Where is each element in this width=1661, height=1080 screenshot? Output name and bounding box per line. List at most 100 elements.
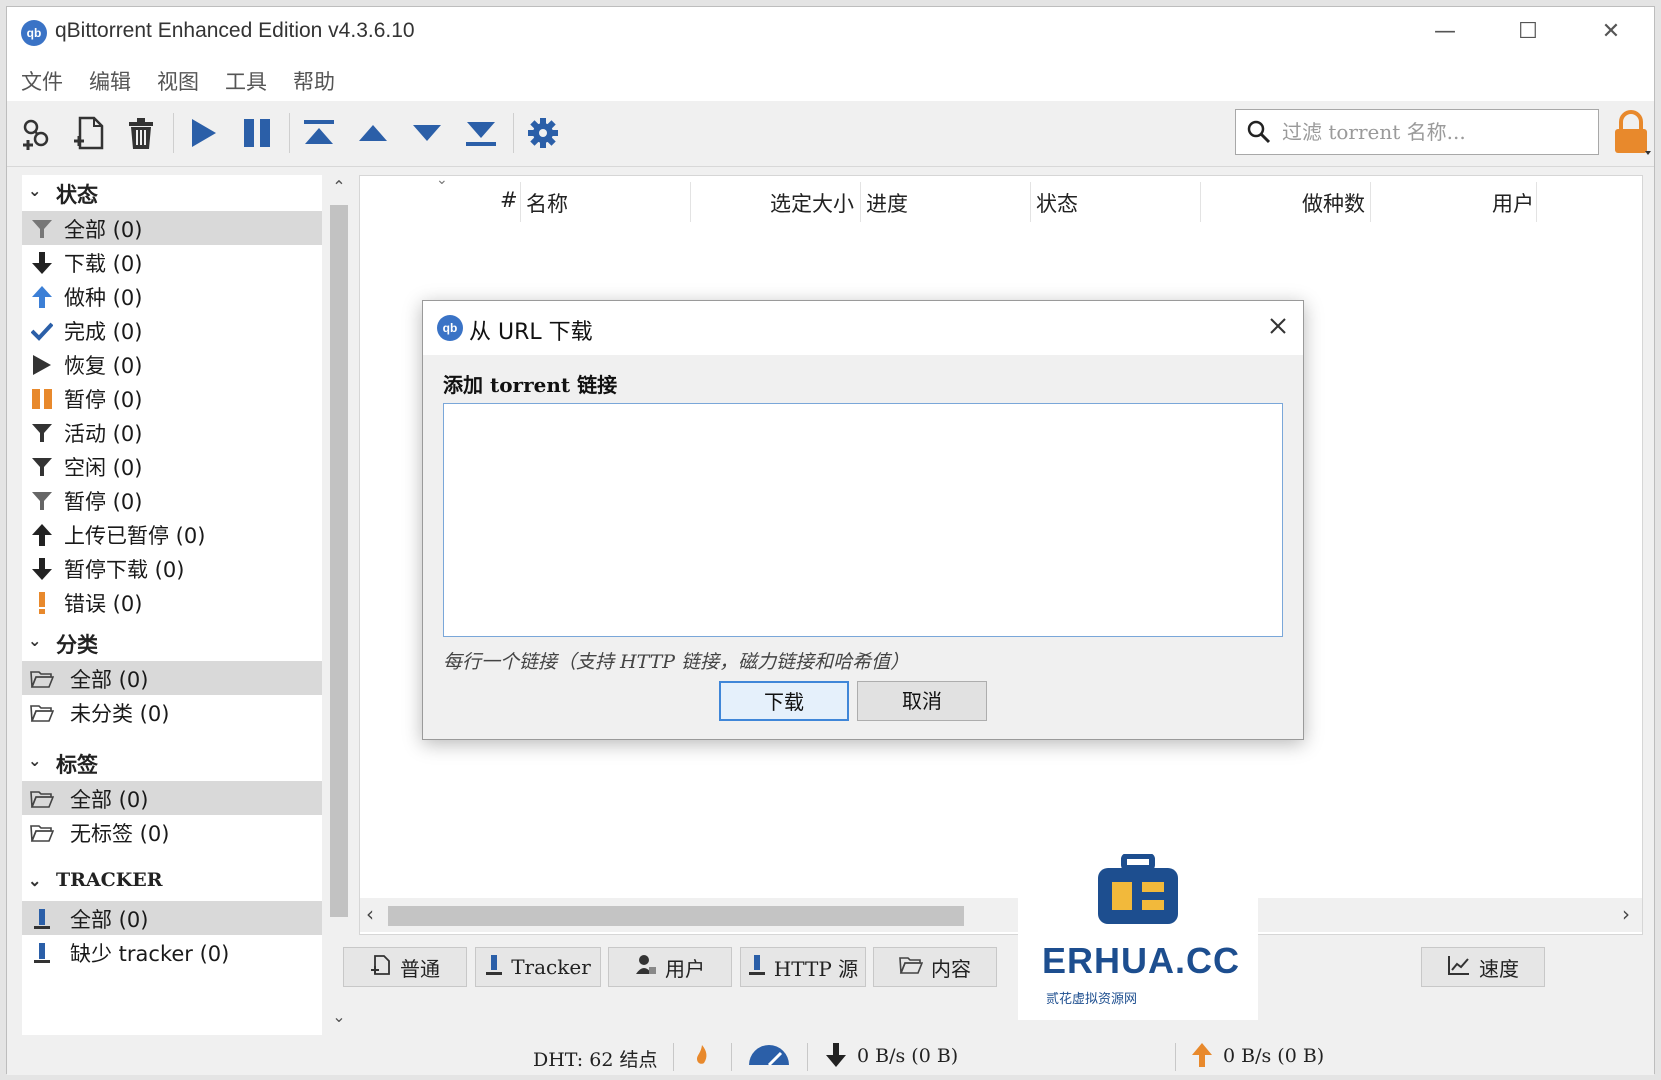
move-up-button[interactable] bbox=[351, 111, 395, 155]
scroll-left-icon[interactable]: ‹ bbox=[366, 902, 374, 926]
scrollbar-thumb[interactable] bbox=[330, 205, 348, 917]
menu-tools[interactable]: 工具 bbox=[225, 66, 267, 96]
category-section-header[interactable]: ⌄ 分类 bbox=[22, 627, 322, 661]
move-top-button[interactable] bbox=[297, 111, 341, 155]
move-up-icon bbox=[359, 125, 387, 141]
folder-icon bbox=[899, 955, 924, 980]
tracker-icon bbox=[485, 954, 503, 981]
sidebar-scrollbar[interactable]: ⌃ ⌄ bbox=[325, 175, 353, 1035]
horizontal-scrollbar[interactable]: ‹ › bbox=[360, 898, 1642, 932]
toolbar-separator bbox=[513, 113, 514, 153]
filter-sidebar: ⌄ 状态 全部 (0) 下载 (0) 做种 (0) 完成 (0) 恢复 (0) … bbox=[22, 175, 322, 1035]
status-section-header[interactable]: ⌄ 状态 bbox=[22, 177, 322, 211]
tracker-icon bbox=[30, 907, 54, 931]
download-button[interactable]: 下载 bbox=[719, 681, 849, 721]
http-source-icon bbox=[748, 954, 766, 981]
tab-content[interactable]: 内容 bbox=[873, 947, 997, 987]
user-icon bbox=[635, 954, 657, 981]
maximize-button[interactable]: ☐ bbox=[1498, 15, 1558, 49]
torrent-links-textarea[interactable] bbox=[443, 403, 1283, 637]
delete-button[interactable] bbox=[119, 111, 163, 155]
status-filter-download-paused[interactable]: 暂停下载 (0) bbox=[22, 551, 322, 585]
tag-filter-all[interactable]: 全部 (0) bbox=[22, 781, 322, 815]
status-filter-upload-paused[interactable]: 上传已暂停 (0) bbox=[22, 517, 322, 551]
menu-help[interactable]: 帮助 bbox=[293, 66, 335, 96]
status-filter-all[interactable]: 全部 (0) bbox=[22, 211, 322, 245]
status-filter-errored[interactable]: 错误 (0) bbox=[22, 585, 322, 619]
speed-limit-icon[interactable] bbox=[747, 1043, 791, 1072]
dialog-close-button[interactable] bbox=[1261, 311, 1295, 345]
column-header-index[interactable]: # bbox=[500, 188, 518, 212]
title-bar: qb qBittorrent Enhanced Edition v4.3.6.1… bbox=[7, 7, 1654, 57]
status-filter-inactive[interactable]: 空闲 (0) bbox=[22, 449, 322, 483]
add-link-button[interactable] bbox=[15, 111, 59, 155]
tracker-filter-trackerless[interactable]: 缺少 tracker (0) bbox=[22, 935, 322, 969]
toolbar bbox=[7, 101, 1654, 167]
menu-bar: 文件 编辑 视图 工具 帮助 bbox=[7, 57, 1654, 101]
add-torrent-file-button[interactable] bbox=[67, 111, 111, 155]
column-header-progress[interactable]: 进度 bbox=[866, 188, 908, 218]
scroll-up-icon[interactable]: ⌃ bbox=[325, 177, 353, 196]
menu-file[interactable]: 文件 bbox=[21, 66, 63, 96]
status-filter-stalled[interactable]: 暂停 (0) bbox=[22, 483, 322, 517]
tab-general[interactable]: 普通 bbox=[343, 947, 467, 987]
menu-edit[interactable]: 编辑 bbox=[89, 66, 131, 96]
chevron-down-icon: ⌄ bbox=[28, 871, 42, 890]
app-logo-icon: qb bbox=[437, 315, 463, 341]
column-header-name[interactable]: 名称 bbox=[526, 188, 568, 218]
torrent-filter-input[interactable] bbox=[1280, 116, 1590, 148]
status-filter-paused[interactable]: 暂停 (0) bbox=[22, 381, 322, 415]
filter-icon bbox=[30, 455, 54, 479]
scroll-down-icon[interactable]: ⌄ bbox=[325, 1007, 353, 1026]
status-bar: DHT: 62 结点 0 B/s (0 B) 0 B/s (0 B) bbox=[7, 1037, 1654, 1075]
status-filter-downloading[interactable]: 下载 (0) bbox=[22, 245, 322, 279]
column-header-status[interactable]: 状态 bbox=[1036, 188, 1078, 218]
tracker-icon bbox=[30, 941, 54, 965]
sort-indicator-icon: ⌄ bbox=[436, 172, 448, 188]
filter-icon bbox=[30, 489, 54, 513]
move-bottom-button[interactable] bbox=[459, 111, 503, 155]
column-header-selected-size[interactable]: 选定大小 bbox=[770, 188, 854, 218]
tab-http-sources[interactable]: HTTP 源 bbox=[740, 947, 866, 987]
cancel-button[interactable]: 取消 bbox=[857, 681, 987, 721]
resume-icon bbox=[192, 119, 216, 147]
add-file-icon bbox=[74, 116, 104, 150]
lock-icon[interactable] bbox=[1609, 109, 1653, 157]
status-filter-active[interactable]: 活动 (0) bbox=[22, 415, 322, 449]
tag-filter-untagged[interactable]: 无标签 (0) bbox=[22, 815, 322, 849]
folder-icon bbox=[30, 787, 54, 811]
column-separator bbox=[690, 182, 691, 222]
close-window-button[interactable]: ✕ bbox=[1581, 15, 1641, 49]
tags-section-header[interactable]: ⌄ 标签 bbox=[22, 747, 322, 781]
speed-graph-button[interactable]: 速度 bbox=[1421, 947, 1545, 987]
move-down-button[interactable] bbox=[405, 111, 449, 155]
scroll-right-icon[interactable]: › bbox=[1622, 902, 1630, 926]
scrollbar-thumb[interactable] bbox=[388, 906, 964, 926]
category-filter-all[interactable]: 全部 (0) bbox=[22, 661, 322, 695]
tab-trackers[interactable]: Tracker bbox=[475, 947, 601, 987]
minimize-button[interactable]: — bbox=[1415, 15, 1475, 49]
settings-button[interactable] bbox=[521, 111, 565, 155]
tracker-filter-all[interactable]: 全部 (0) bbox=[22, 901, 322, 935]
status-filter-resumed[interactable]: 恢复 (0) bbox=[22, 347, 322, 381]
column-separator bbox=[1536, 182, 1537, 222]
search-icon bbox=[1247, 120, 1271, 144]
pause-icon bbox=[30, 387, 54, 411]
status-filter-completed[interactable]: 完成 (0) bbox=[22, 313, 322, 347]
column-header-seeds[interactable]: 做种数 bbox=[1302, 188, 1365, 218]
status-filter-seeding[interactable]: 做种 (0) bbox=[22, 279, 322, 313]
settings-icon bbox=[528, 118, 558, 148]
column-separator bbox=[1200, 182, 1201, 222]
network-icon[interactable] bbox=[691, 1043, 713, 1072]
app-logo-icon: qb bbox=[21, 20, 47, 46]
folder-icon bbox=[30, 821, 54, 845]
tracker-section-header[interactable]: ⌄ TRACKER bbox=[22, 867, 322, 901]
torrent-filter-box[interactable] bbox=[1235, 109, 1599, 155]
category-filter-uncategorized[interactable]: 未分类 (0) bbox=[22, 695, 322, 729]
column-header-peers[interactable]: 用户 bbox=[1492, 188, 1534, 218]
watermark-logo: ERHUA.CC 贰花虚拟资源网 bbox=[1018, 840, 1258, 1020]
resume-button[interactable] bbox=[181, 111, 225, 155]
pause-button[interactable] bbox=[235, 111, 279, 155]
menu-view[interactable]: 视图 bbox=[157, 66, 199, 96]
tab-peers[interactable]: 用户 bbox=[608, 947, 732, 987]
